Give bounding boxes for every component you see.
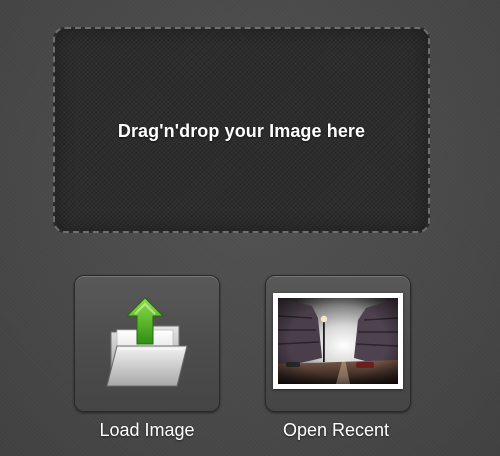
image-drop-zone[interactable]: Drag'n'drop your Image here — [53, 27, 430, 233]
recent-image-preview — [278, 298, 398, 384]
open-recent-label: Open Recent — [282, 420, 390, 440]
load-image-label: Load Image — [99, 420, 195, 440]
load-image-button[interactable] — [74, 275, 220, 412]
recent-image-thumbnail — [273, 293, 403, 389]
folder-upload-icon — [106, 297, 188, 387]
open-recent-button[interactable] — [265, 275, 411, 412]
drop-zone-hint: Drag'n'drop your Image here — [117, 121, 366, 141]
